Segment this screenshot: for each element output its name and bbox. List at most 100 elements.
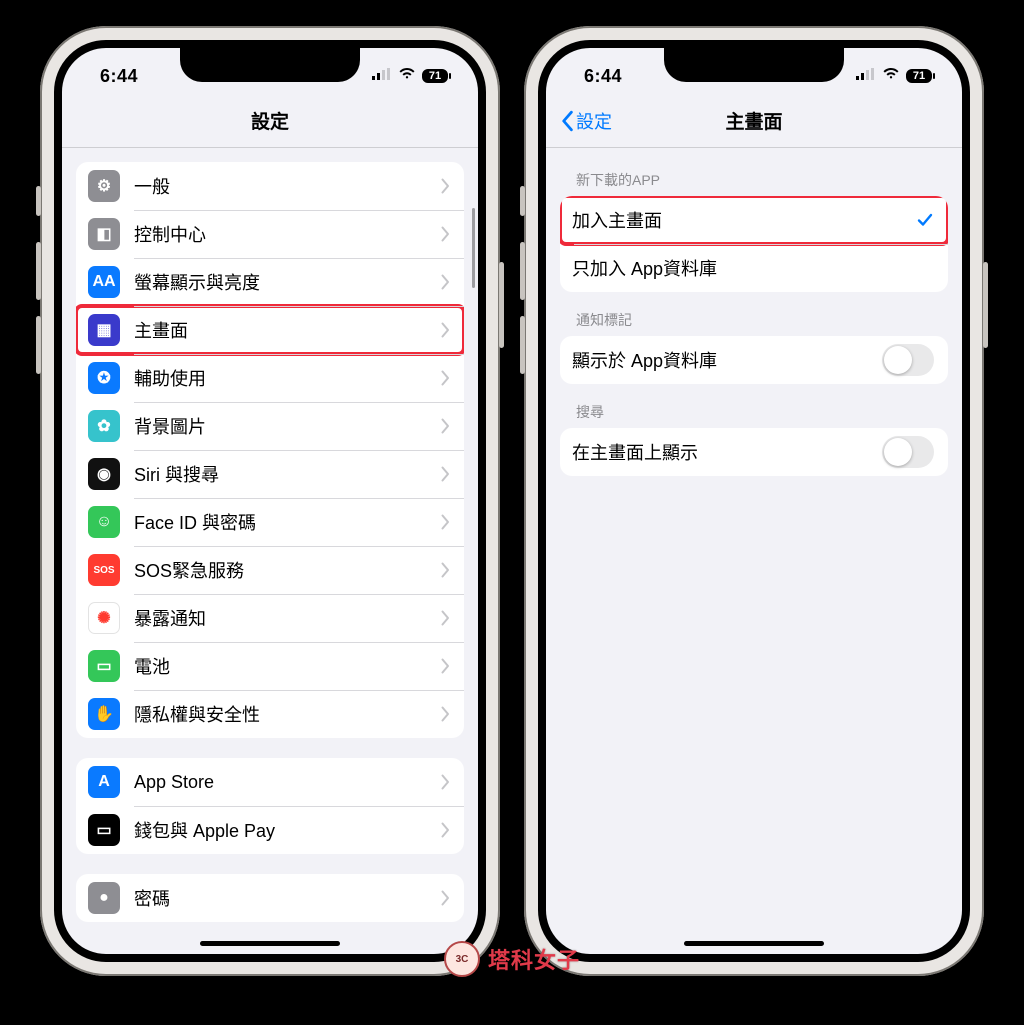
back-label: 設定 — [576, 108, 612, 134]
home-indicator[interactable] — [684, 941, 824, 946]
settings-icon: ◉ — [88, 458, 120, 490]
status-time: 6:44 — [86, 66, 138, 87]
section-header-badge: 通知標記 — [560, 292, 948, 336]
settings-icon: ● — [88, 882, 120, 914]
row-label: 背景圖片 — [134, 413, 427, 439]
row-label: App Store — [134, 772, 427, 793]
home-indicator[interactable] — [200, 941, 340, 946]
search-list: 在主畫面上顯示 — [560, 428, 948, 476]
row-label: 錢包與 Apple Pay — [134, 817, 427, 843]
row-label: SOS緊急服務 — [134, 557, 427, 583]
settings-row[interactable]: ✋ 隱私權與安全性 — [76, 690, 464, 738]
settings-icon: A — [88, 766, 120, 798]
settings-row[interactable]: ✿ 背景圖片 — [76, 402, 464, 450]
settings-icon: ▭ — [88, 650, 120, 682]
chevron-right-icon — [441, 226, 450, 242]
silent-switch — [520, 186, 525, 216]
settings-list-1: ⚙ 一般 ◧控制中心 AA 螢幕顯示與亮度 ▦主畫面✪輔助使用 ✿ 背景圖片 ◉ Siri 與搜尋… — [76, 162, 464, 738]
silent-switch — [36, 186, 41, 216]
row-label: 顯示於 App資料庫 — [572, 347, 868, 373]
row-show-in-library[interactable]: 顯示於 App資料庫 — [560, 336, 948, 384]
battery-icon: 71 — [906, 69, 932, 83]
row-label: 螢幕顯示與亮度 — [134, 269, 427, 295]
row-label: 控制中心 — [134, 221, 427, 247]
settings-row[interactable]: ● 密碼 — [76, 874, 464, 922]
chevron-right-icon — [441, 178, 450, 194]
chevron-right-icon — [441, 706, 450, 722]
row-label: 一般 — [134, 173, 427, 199]
status-time: 6:44 — [570, 66, 622, 87]
settings-row[interactable]: ▭ 電池 — [76, 642, 464, 690]
chevron-right-icon — [441, 822, 450, 838]
wifi-icon — [882, 67, 900, 85]
power-button — [983, 262, 988, 348]
screen-left: 6:44 71 設定 ⚙ 一般 ◧控制中心 AA 螢幕顯示與亮度 ▦主畫面✪輔助使用 ✿ 背景… — [54, 40, 486, 962]
row-label: Siri 與搜尋 — [134, 461, 427, 487]
nav-title: 設定 — [251, 107, 289, 134]
settings-row[interactable]: A App Store — [76, 758, 464, 806]
settings-icon: ✿ — [88, 410, 120, 442]
scrollbar-thumb[interactable] — [472, 208, 475, 288]
phone-left: 6:44 71 設定 ⚙ 一般 ◧控制中心 AA 螢幕顯示與亮度 ▦主畫面✪輔助使用 ✿ 背景… — [40, 26, 500, 976]
settings-icon: ✋ — [88, 698, 120, 730]
settings-icon: ⚙ — [88, 170, 120, 202]
settings-row[interactable]: ◉ Siri 與搜尋 — [76, 450, 464, 498]
settings-list-3: ● 密碼 — [76, 874, 464, 922]
row-app-library-only[interactable]: 只加入 App資料庫 — [560, 244, 948, 292]
status-icons: 71 — [856, 67, 938, 85]
settings-icon: AA — [88, 266, 120, 298]
screen-right: 6:44 71 設定 主畫面 新下載的APP 加入主畫面 — [538, 40, 970, 962]
back-button[interactable]: 設定 — [554, 94, 618, 147]
watermark-text: 塔科女子 — [488, 943, 580, 975]
settings-row[interactable]: ◧控制中心 — [76, 210, 464, 258]
content-right[interactable]: 新下載的APP 加入主畫面 只加入 App資料庫 通知標記 顯示於 App資料庫 — [546, 148, 962, 954]
settings-row[interactable]: ▭錢包與 Apple Pay — [76, 806, 464, 854]
row-label: 隱私權與安全性 — [134, 701, 427, 727]
settings-row[interactable]: SOS SOS緊急服務 — [76, 546, 464, 594]
chevron-right-icon — [441, 322, 450, 338]
power-button — [499, 262, 504, 348]
navbar-left: 設定 — [62, 94, 478, 148]
settings-row[interactable]: AA 螢幕顯示與亮度 — [76, 258, 464, 306]
settings-icon: ✪ — [88, 362, 120, 394]
settings-icon: ✺ — [88, 602, 120, 634]
badge-list: 顯示於 App資料庫 — [560, 336, 948, 384]
settings-row[interactable]: ▦主畫面 — [76, 306, 464, 354]
signal-icon — [856, 67, 876, 85]
toggle-show-home[interactable] — [882, 436, 934, 468]
chevron-right-icon — [441, 562, 450, 578]
settings-icon: ☺ — [88, 506, 120, 538]
settings-row[interactable]: ☺ Face ID 與密碼 — [76, 498, 464, 546]
settings-icon: SOS — [88, 554, 120, 586]
content-left[interactable]: ⚙ 一般 ◧控制中心 AA 螢幕顯示與亮度 ▦主畫面✪輔助使用 ✿ 背景圖片 ◉ Siri 與搜尋… — [62, 148, 478, 954]
row-label: 電池 — [134, 653, 427, 679]
navbar-right: 設定 主畫面 — [546, 94, 962, 148]
row-label: Face ID 與密碼 — [134, 509, 427, 535]
watermark-avatar: 3C — [444, 941, 480, 977]
status-icons: 71 — [372, 67, 454, 85]
chevron-right-icon — [441, 658, 450, 674]
volume-up-button — [520, 242, 525, 300]
row-label: 只加入 App資料庫 — [572, 255, 934, 281]
settings-row[interactable]: ✪輔助使用 — [76, 354, 464, 402]
row-label: 暴露通知 — [134, 605, 427, 631]
settings-row[interactable]: ✺ 暴露通知 — [76, 594, 464, 642]
row-label: 在主畫面上顯示 — [572, 439, 868, 465]
chevron-right-icon — [441, 274, 450, 290]
row-label: 密碼 — [134, 885, 427, 911]
row-show-on-home[interactable]: 在主畫面上顯示 — [560, 428, 948, 476]
signal-icon — [372, 67, 392, 85]
chevron-right-icon — [441, 370, 450, 386]
row-add-home[interactable]: 加入主畫面 — [560, 196, 948, 244]
chevron-right-icon — [441, 610, 450, 626]
settings-list-2: A App Store ▭錢包與 Apple Pay — [76, 758, 464, 854]
nav-title: 主畫面 — [725, 107, 782, 134]
notch — [180, 48, 360, 82]
new-app-list: 加入主畫面 只加入 App資料庫 — [560, 196, 948, 292]
chevron-right-icon — [441, 514, 450, 530]
toggle-show-library[interactable] — [882, 344, 934, 376]
chevron-right-icon — [441, 466, 450, 482]
settings-icon: ▦ — [88, 314, 120, 346]
chevron-right-icon — [441, 774, 450, 790]
settings-row[interactable]: ⚙ 一般 — [76, 162, 464, 210]
